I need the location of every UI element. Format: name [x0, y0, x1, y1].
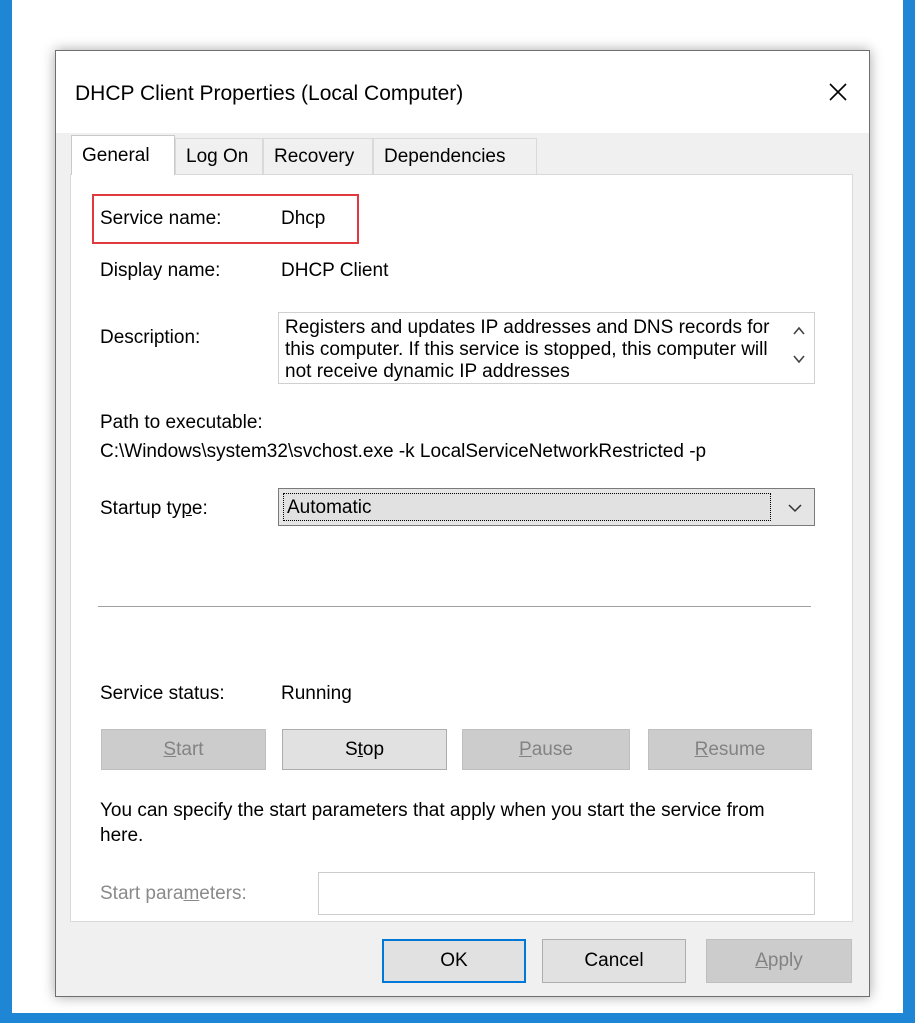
- tab-recovery-label: Recovery: [274, 145, 355, 167]
- description-label: Description:: [100, 327, 201, 348]
- description-box[interactable]: Registers and updates IP addresses and D…: [278, 312, 815, 384]
- desktop-edge-left: [0, 0, 12, 1023]
- pause-button[interactable]: Pause: [462, 729, 630, 770]
- scroll-down-icon[interactable]: [791, 351, 807, 367]
- startup-type-focus: Automatic: [283, 493, 771, 521]
- tab-dependencies[interactable]: Dependencies: [373, 138, 537, 174]
- start-button-label: Start: [163, 738, 204, 760]
- divider: [98, 606, 811, 607]
- service-name-value: Dhcp: [281, 208, 326, 229]
- chevron-down-icon: [788, 504, 802, 513]
- cancel-button[interactable]: Cancel: [542, 939, 686, 983]
- general-tab-panel: Service name: Dhcp Display name: DHCP Cl…: [70, 174, 853, 922]
- tab-general[interactable]: General: [71, 135, 175, 175]
- close-icon: [829, 83, 847, 101]
- startup-type-select[interactable]: Automatic: [278, 488, 815, 526]
- display-name-label: Display name:: [100, 260, 221, 281]
- close-button[interactable]: [821, 75, 855, 109]
- description-scrollbar[interactable]: [784, 313, 814, 383]
- stop-button[interactable]: Stop: [282, 729, 447, 770]
- window-title: DHCP Client Properties (Local Computer): [75, 82, 464, 105]
- path-value: C:\Windows\system32\svchost.exe -k Local…: [100, 441, 707, 462]
- desktop-edge-bottom: [0, 1013, 915, 1023]
- tab-general-label: General: [82, 144, 150, 166]
- tab-dependencies-label: Dependencies: [384, 145, 506, 167]
- desktop-edge-right: [903, 0, 915, 1023]
- startup-type-value: Automatic: [287, 497, 372, 518]
- start-button[interactable]: Start: [101, 729, 266, 770]
- start-params-input[interactable]: [318, 872, 815, 915]
- path-label: Path to executable:: [100, 412, 263, 433]
- tab-recovery[interactable]: Recovery: [263, 138, 373, 174]
- apply-button-label: Apply: [755, 950, 803, 971]
- tab-log-on-label: Log On: [186, 145, 249, 167]
- description-text: Registers and updates IP addresses and D…: [285, 317, 770, 382]
- cancel-button-label: Cancel: [584, 950, 644, 971]
- title-bar: DHCP Client Properties (Local Computer): [56, 51, 869, 133]
- tab-log-on[interactable]: Log On: [175, 138, 263, 174]
- ok-button-label: OK: [440, 950, 468, 971]
- ok-button[interactable]: OK: [382, 939, 526, 983]
- start-params-hint: You can specify the start parameters tha…: [100, 800, 765, 846]
- apply-button[interactable]: Apply: [706, 939, 852, 983]
- properties-dialog: DHCP Client Properties (Local Computer) …: [55, 50, 870, 997]
- service-name-label: Service name:: [100, 208, 222, 229]
- pause-button-label: Pause: [519, 738, 573, 760]
- start-params-label: Start parameters:: [100, 883, 247, 904]
- startup-type-label: Startup type:: [100, 498, 208, 519]
- resume-button-label: Resume: [694, 738, 766, 760]
- service-status-value: Running: [281, 683, 352, 704]
- service-status-label: Service status:: [100, 683, 225, 704]
- resume-button[interactable]: Resume: [648, 729, 812, 770]
- scroll-up-icon[interactable]: [791, 323, 807, 339]
- display-name-value: DHCP Client: [281, 260, 389, 281]
- stop-button-label: Stop: [344, 738, 385, 760]
